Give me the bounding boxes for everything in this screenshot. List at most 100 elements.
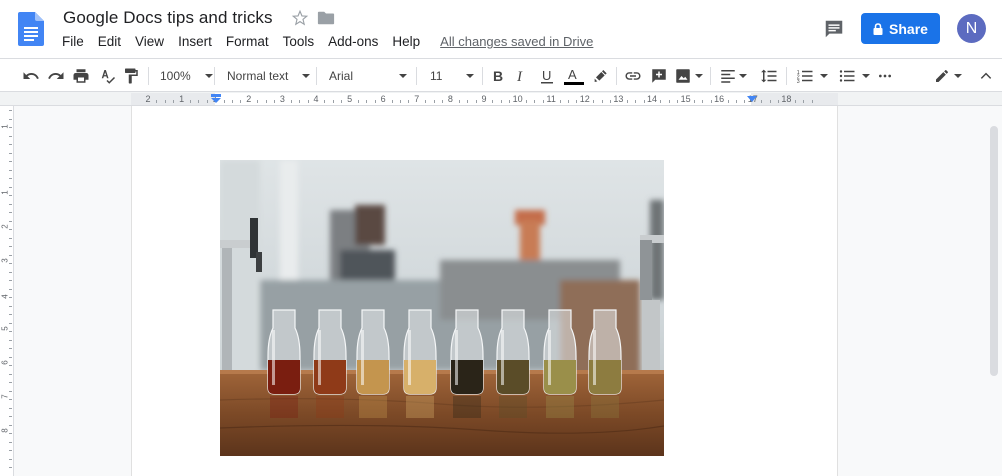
align-icon[interactable] [719,66,747,86]
folder-icon[interactable] [317,10,335,26]
paint-format-icon[interactable] [122,66,140,86]
menu-edit[interactable]: Edit [98,34,121,49]
redo-icon[interactable] [47,66,65,86]
chevron-down-icon [302,74,311,78]
more-options-icon[interactable] [877,66,893,86]
share-button[interactable]: Share [861,13,940,44]
collapse-menus-icon[interactable] [979,66,993,86]
ruler-label: 5 [347,94,353,104]
vertical-ruler-tick [9,246,12,247]
menu-file[interactable]: File [62,34,84,49]
text-color-icon[interactable]: A [564,66,584,86]
bold-icon[interactable]: B [490,66,506,86]
docs-logo-icon[interactable] [18,12,44,46]
chevron-down-icon [820,74,828,78]
spellcheck-icon[interactable] [98,66,116,86]
ruler-tick [408,100,410,103]
ruler-tick [710,100,712,103]
vertical-scrollbar[interactable] [990,126,998,376]
editing-mode-icon[interactable] [934,66,962,86]
ruler-tick [635,100,637,103]
ruler-label: 11 [546,94,556,104]
vertical-ruler-tick [9,229,12,230]
vertical-ruler[interactable]: 112345678 [0,106,14,476]
font-select[interactable]: Arial [329,66,408,86]
star-icon[interactable] [291,9,309,27]
menu-tools[interactable]: Tools [283,34,315,49]
vertical-ruler-tick [9,390,12,392]
ruler-tick [341,100,343,103]
menu-help[interactable]: Help [392,34,420,49]
ruler-tick [803,100,805,103]
comments-icon[interactable] [823,18,845,40]
ruler-tick [568,100,569,103]
ruler-tick [492,100,494,103]
document-title[interactable]: Google Docs tips and tricks [63,8,273,28]
menu-format[interactable]: Format [226,34,269,49]
right-indent-marker-icon[interactable] [747,94,757,104]
line-spacing-icon[interactable] [760,66,778,86]
ruler-tick [290,100,292,103]
ruler-tick [593,100,595,103]
vertical-ruler-tick [9,144,12,145]
vertical-ruler-tick [9,203,12,205]
ruler-label: 6 [380,94,386,104]
ruler-tick [534,100,536,103]
menu-view[interactable]: View [135,34,164,49]
vertical-ruler-tick [9,416,12,417]
carafe-graphic [588,309,622,418]
bulleted-list-icon[interactable] [838,66,870,86]
ruler-tick [425,100,427,103]
ruler-label: 7 [414,94,420,104]
ruler-tick [442,100,443,103]
menu-addons[interactable]: Add-ons [328,34,378,49]
vertical-ruler-tick [9,441,12,443]
ruler-tick [526,100,527,103]
chevron-down-icon [954,74,962,78]
carafe-graphic [267,309,301,418]
vertical-ruler-tick [9,280,12,281]
style-select[interactable]: Normal text [227,66,311,86]
underline-icon[interactable]: U [539,66,555,86]
ruler-tick [601,100,603,103]
font-value: Arial [329,69,354,83]
vertical-ruler-tick [9,450,12,451]
avatar[interactable]: N [957,14,986,43]
undo-icon[interactable] [22,66,40,86]
ruler-label: 8 [447,94,453,104]
font-size-select[interactable]: 11 [430,66,475,86]
ruler-tick [240,100,242,103]
ruler-tick [374,100,376,103]
print-icon[interactable] [72,66,90,86]
left-indent-marker-icon[interactable] [211,94,221,104]
italic-icon[interactable]: I [514,66,530,86]
horizontal-ruler[interactable]: 21123456789101112131415161718 [131,93,838,105]
vertical-ruler-tick [9,237,12,239]
vertical-ruler-tick [9,212,12,213]
vertical-ruler-tick [9,186,12,188]
vertical-ruler-tick [9,458,12,460]
share-label: Share [889,20,928,37]
document-page[interactable] [131,106,838,476]
add-comment-icon[interactable] [650,66,668,86]
save-status-link[interactable]: All changes saved in Drive [440,34,593,49]
vertical-ruler-tick [9,195,12,196]
vertical-ruler-tick [9,399,12,400]
ruler-tick [668,100,670,103]
document-canvas: 112345678 [0,106,1002,476]
chevron-down-icon [204,74,213,78]
ruler-label: 1 [179,94,185,104]
ruler-tick [467,100,469,103]
link-icon[interactable] [624,66,642,86]
zoom-select[interactable]: 100% [160,66,213,86]
ruler-tick [761,100,763,103]
menu-insert[interactable]: Insert [178,34,212,49]
inserted-photo[interactable] [220,160,664,456]
ruler-tick [694,100,695,103]
vertical-ruler-tick [9,467,12,468]
highlight-icon[interactable] [592,66,608,86]
ruler-label: 9 [481,94,487,104]
numbered-list-icon[interactable]: 123 [796,66,828,86]
insert-image-icon[interactable] [674,66,703,86]
vertical-ruler-tick [9,127,12,128]
